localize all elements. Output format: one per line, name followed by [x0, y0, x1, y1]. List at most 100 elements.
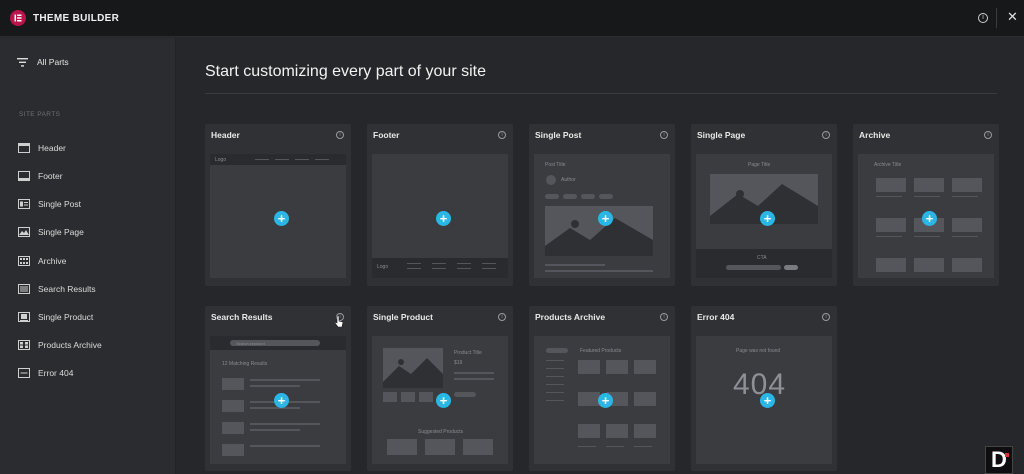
preview-text: Archive Title	[874, 162, 902, 168]
preview-text: CTA	[757, 255, 767, 261]
card-title: Single Page	[697, 130, 746, 140]
card-preview: Page Title CTA +	[696, 154, 832, 278]
footer-icon	[18, 171, 30, 181]
card-header[interactable]: Header i Logo +	[205, 124, 351, 286]
page-title: Start customizing every part of your sit…	[205, 63, 486, 80]
add-footer-button[interactable]: +	[436, 211, 451, 226]
info-icon[interactable]: i	[984, 131, 992, 139]
info-icon[interactable]: i	[660, 313, 668, 321]
divider	[205, 93, 997, 94]
error-404-icon	[18, 368, 30, 378]
preview-text: 12 Matching Results	[222, 361, 268, 367]
card-single-page[interactable]: Single Page i Page Title CTA +	[691, 124, 837, 286]
preview-text: Featured Products	[580, 348, 622, 354]
sidebar-item-single-product[interactable]: Single Product	[18, 312, 93, 322]
card-single-product[interactable]: Single Product i Product Title $19 Sugge…	[367, 306, 513, 471]
sidebar: All Parts SITE PARTS Header Footer Singl…	[0, 38, 176, 474]
all-parts-label: All Parts	[37, 57, 69, 67]
top-bar: THEME BUILDER i ✕	[0, 0, 1024, 37]
card-preview: Featured Products +	[534, 336, 670, 464]
sidebar-item-label: Single Post	[38, 199, 81, 209]
add-single-product-button[interactable]: +	[436, 393, 451, 408]
products-archive-icon	[18, 340, 30, 350]
card-preview: Post Title Author +	[534, 154, 670, 278]
sidebar-item-single-post[interactable]: Single Post	[18, 199, 81, 209]
card-title: Products Archive	[535, 312, 606, 322]
card-preview: Logo +	[210, 154, 346, 278]
single-page-icon	[18, 227, 30, 237]
card-preview: Search keyword 12 Matching Results +	[210, 336, 346, 464]
header-icon	[18, 143, 30, 153]
preview-text: Suggested Products	[418, 429, 464, 435]
info-icon[interactable]: i	[822, 313, 830, 321]
preview-text: Logo	[215, 157, 227, 163]
preview-text: Author	[561, 177, 576, 183]
preview-text: Logo	[377, 264, 389, 270]
info-icon[interactable]: i	[336, 131, 344, 139]
archive-icon	[18, 256, 30, 266]
filter-icon	[17, 57, 28, 67]
card-preview: Archive Title +	[858, 154, 994, 278]
sidebar-item-single-page[interactable]: Single Page	[18, 227, 84, 237]
elementor-logo-icon	[10, 10, 26, 26]
sidebar-item-label: Error 404	[38, 368, 74, 378]
channel-logo-icon: D	[985, 446, 1013, 474]
add-single-page-button[interactable]: +	[760, 211, 775, 226]
card-preview: Product Title $19 Suggested Products +	[372, 336, 508, 464]
info-icon[interactable]: i	[660, 131, 668, 139]
preview-text: Search keyword	[236, 341, 265, 346]
search-results-icon	[18, 284, 30, 294]
card-title: Search Results	[211, 312, 273, 322]
card-title: Single Post	[535, 130, 582, 140]
info-icon[interactable]: i	[978, 13, 988, 23]
sidebar-item-label: Single Product	[38, 312, 94, 322]
add-archive-button[interactable]: +	[922, 211, 937, 226]
card-title: Archive	[859, 130, 891, 140]
card-search-results[interactable]: Search Results i Search keyword 12 Match…	[205, 306, 351, 471]
sidebar-item-header[interactable]: Header	[18, 143, 66, 153]
divider	[996, 8, 997, 28]
add-error-404-button[interactable]: +	[760, 393, 775, 408]
sidebar-item-error-404[interactable]: Error 404	[18, 368, 73, 378]
card-archive[interactable]: Archive i Archive Title +	[853, 124, 999, 286]
theme-builder-app: THEME BUILDER i ✕ All Parts SITE PARTS H…	[0, 0, 1024, 474]
card-footer[interactable]: Footer i Logo +	[367, 124, 513, 286]
all-parts-link[interactable]: All Parts	[17, 57, 69, 67]
add-products-archive-button[interactable]: +	[598, 393, 613, 408]
card-products-archive[interactable]: Products Archive i Featured Products +	[529, 306, 675, 471]
app-title: THEME BUILDER	[33, 13, 120, 24]
sidebar-item-footer[interactable]: Footer	[18, 171, 63, 181]
sidebar-item-label: Header	[38, 143, 66, 153]
mouse-pointer-icon	[335, 316, 343, 327]
info-icon[interactable]: i	[498, 131, 506, 139]
card-title: Footer	[373, 130, 400, 140]
card-title: Header	[211, 130, 240, 140]
card-title: Single Product	[373, 312, 433, 322]
add-header-button[interactable]: +	[274, 211, 289, 226]
card-title: Error 404	[697, 312, 735, 322]
sidebar-item-archive[interactable]: Archive	[18, 256, 66, 266]
info-icon[interactable]: i	[498, 313, 506, 321]
card-preview: Page was not found 404 +	[696, 336, 832, 464]
main-content: Start customizing every part of your sit…	[187, 38, 1024, 474]
sidebar-item-label: Products Archive	[38, 340, 102, 350]
sidebar-item-label: Archive	[38, 256, 67, 266]
close-icon[interactable]: ✕	[1007, 10, 1018, 24]
sidebar-item-products-archive[interactable]: Products Archive	[18, 340, 102, 350]
site-parts-heading: SITE PARTS	[19, 111, 61, 118]
preview-text: $19	[454, 360, 463, 366]
sidebar-item-label: Footer	[38, 171, 63, 181]
preview-text: Page Title	[748, 162, 771, 168]
sidebar-item-search-results[interactable]: Search Results	[18, 284, 96, 294]
card-error-404[interactable]: Error 404 i Page was not found 404 +	[691, 306, 837, 471]
info-icon[interactable]: i	[822, 131, 830, 139]
preview-text: Post Title	[545, 162, 566, 168]
card-single-post[interactable]: Single Post i Post Title Author +	[529, 124, 675, 286]
add-single-post-button[interactable]: +	[598, 211, 613, 226]
add-search-results-button[interactable]: +	[274, 393, 289, 408]
sidebar-item-label: Search Results	[38, 284, 96, 294]
single-product-icon	[18, 312, 30, 322]
sidebar-item-label: Single Page	[38, 227, 84, 237]
single-post-icon	[18, 199, 30, 209]
card-preview: Logo +	[372, 154, 508, 278]
